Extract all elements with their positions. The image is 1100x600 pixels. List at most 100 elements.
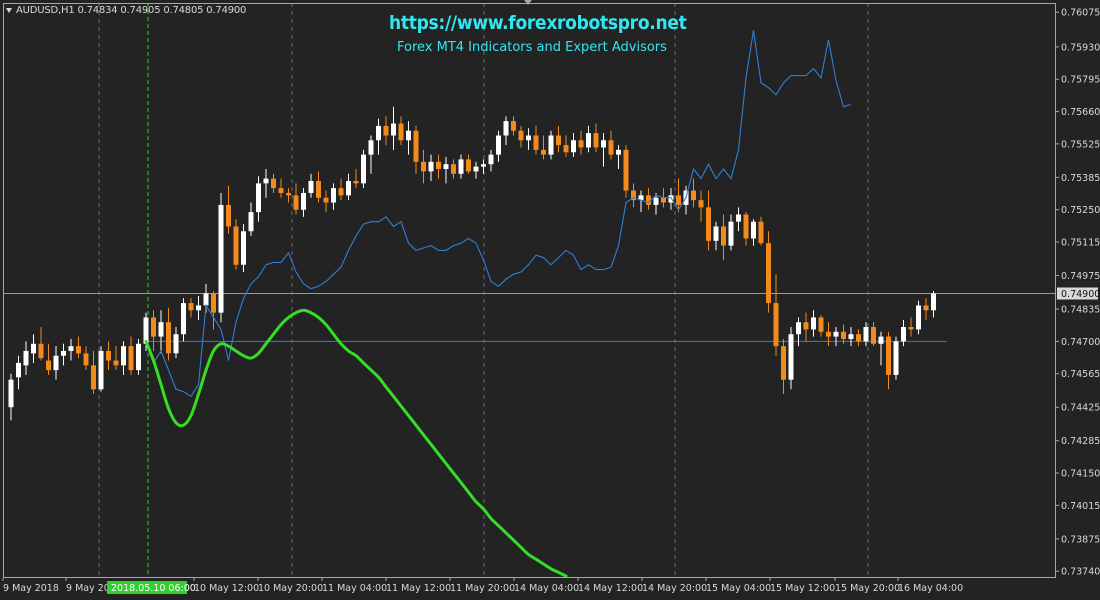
symbol-info: AUDUSD,H1 0.74834 0.74905 0.74805 0.7490… [6, 5, 246, 16]
candle-body [691, 190, 696, 201]
price-chart[interactable]: 0.76075 0.75930 0.75795 0.75660 0.75525 0.753… [0, 0, 1100, 600]
candle-body [308, 180, 314, 193]
price-label: 0.73875 [1061, 534, 1100, 545]
candle-body [128, 346, 134, 371]
time-label: 14 May 20:00 [642, 583, 707, 594]
candle-body [751, 221, 756, 239]
candle-body [653, 197, 659, 205]
time-label: 15 May 04:00 [706, 583, 771, 594]
time-label: 14 May 12:00 [578, 583, 643, 594]
candle-body [578, 140, 584, 148]
candle-body [848, 334, 854, 339]
candle-body [368, 140, 374, 155]
candle-body [8, 379, 14, 408]
candle-body [338, 188, 344, 196]
candle-body [541, 149, 546, 155]
time-label: 10 May 20:00 [258, 583, 323, 594]
chevron-down-icon[interactable] [6, 7, 12, 13]
candle-body [473, 166, 479, 172]
candle-body [713, 226, 719, 241]
candle-body [796, 322, 801, 335]
candle-body [526, 135, 531, 141]
green-smoothed-curve [144, 308, 568, 578]
candle-body [188, 303, 194, 311]
candle-body [803, 322, 809, 330]
candle-body [376, 125, 381, 141]
candle-body [661, 197, 666, 203]
candle-body [781, 346, 786, 380]
candle-body [601, 140, 606, 148]
candle-body [353, 180, 359, 184]
candle-body [698, 200, 704, 208]
candle-body [346, 180, 351, 196]
candle-body [818, 317, 824, 332]
candle-body [458, 159, 464, 174]
candle-body [871, 327, 876, 344]
candle-body [53, 355, 59, 371]
time-label: 11 May 20:00 [450, 583, 515, 594]
candle-body [811, 317, 816, 330]
candle-body [676, 195, 681, 205]
candle-body [488, 154, 494, 165]
candle-body [316, 180, 321, 198]
candle-body [263, 178, 269, 184]
price-label: 0.75525 [1061, 139, 1100, 150]
candle-body [893, 341, 899, 375]
candle-body [901, 327, 906, 342]
candle-body [391, 123, 396, 136]
price-axis: 0.76075 0.75930 0.75795 0.75660 0.75525 0.753… [1056, 8, 1100, 578]
price-label: 0.74975 [1061, 271, 1100, 282]
candle-body [788, 334, 794, 380]
candle-body [196, 305, 201, 311]
current-price-label: 0.74900 [1061, 289, 1100, 300]
time-label: 10 May 12:00 [194, 583, 259, 594]
time-label: 15 May 12:00 [770, 583, 835, 594]
candle-body [248, 212, 254, 232]
candle-body [151, 317, 156, 337]
candle-body [758, 221, 764, 244]
time-label: 11 May 04:00 [322, 583, 387, 594]
price-label: 0.76075 [1061, 8, 1100, 19]
candle-body [31, 343, 36, 354]
candle-body [293, 195, 299, 210]
candle-body [91, 365, 96, 390]
price-label: 0.74565 [1061, 369, 1100, 380]
candle-body [113, 360, 119, 366]
price-label: 0.75660 [1061, 107, 1100, 118]
chart-shift-marker-icon[interactable] [524, 0, 532, 5]
candle-body [121, 346, 126, 366]
candle-body [136, 343, 141, 371]
candle-body [413, 130, 419, 162]
candle-body [68, 346, 74, 351]
candle-body [23, 350, 29, 366]
candle-body [518, 130, 524, 141]
candle-body [278, 188, 284, 193]
candle-body [616, 149, 621, 155]
candle-body [361, 154, 366, 184]
candle-body [166, 322, 171, 354]
candle-body [383, 125, 389, 136]
candle-body [826, 331, 831, 337]
chart-grid [98, 3, 869, 578]
candle-body [76, 346, 81, 354]
price-label: 0.74835 [1061, 305, 1100, 316]
time-label: 16 May 04:00 [898, 583, 963, 594]
time-label: 11 May 12:00 [386, 583, 451, 594]
green-curve-path [144, 308, 568, 578]
candle-body [773, 303, 779, 347]
price-label: 0.74285 [1061, 436, 1100, 447]
candle-body [443, 164, 449, 170]
candle-body [436, 161, 441, 170]
candle-body [533, 135, 539, 150]
candle-body [908, 327, 914, 330]
price-label: 0.74700 [1061, 337, 1100, 348]
candle-body [563, 145, 569, 153]
candle-body [856, 334, 861, 342]
candle-body [863, 327, 869, 342]
symbol-info-text: AUDUSD,H1 0.74834 0.74905 0.74805 0.7490… [16, 5, 247, 16]
candle-body [923, 305, 929, 311]
candle-body [143, 317, 149, 344]
price-label: 0.75385 [1061, 173, 1100, 184]
candle-body [743, 214, 749, 239]
candle-body [16, 362, 21, 378]
